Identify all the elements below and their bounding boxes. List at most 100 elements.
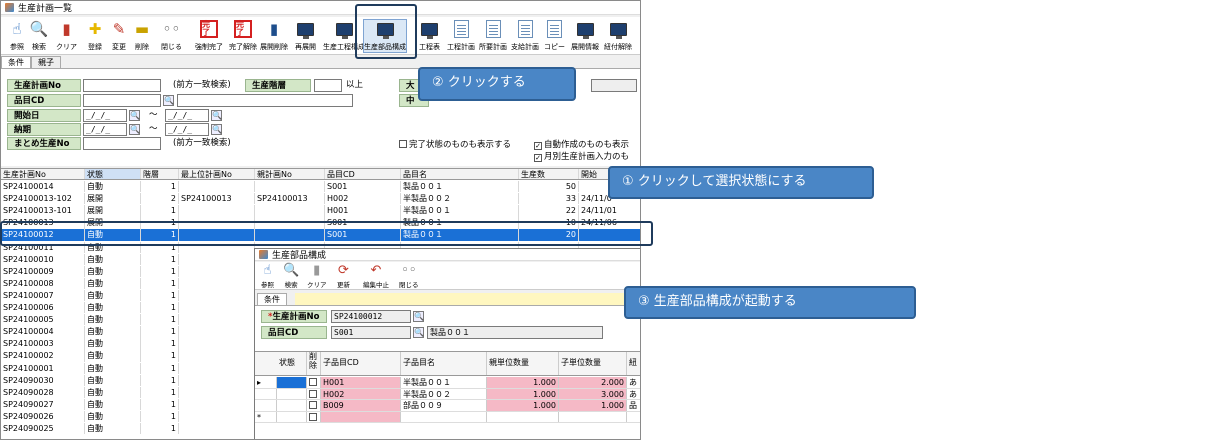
parts-cell-child-qty[interactable]: 2.000 xyxy=(559,377,627,388)
parts-column-header[interactable]: 状態 xyxy=(277,352,307,375)
parts-row[interactable]: H002 半製品００２ 1.000 3.000 あ xyxy=(255,388,640,401)
sub-toolbar-button[interactable]: 🔍 検索 xyxy=(283,263,299,289)
column-header[interactable]: 親計画No xyxy=(255,169,325,180)
calendar-icon[interactable]: 🔍 xyxy=(129,124,140,135)
sub-item-name-input[interactable]: 製品００１ xyxy=(427,326,603,339)
plan-no-input[interactable] xyxy=(83,79,161,92)
parts-cell-parent-qty[interactable]: 1.000 xyxy=(487,400,559,411)
process-table-button[interactable]: 工程表 xyxy=(419,19,440,53)
calendar-icon[interactable]: 🔍 xyxy=(129,110,140,121)
sub-item-cd-input[interactable]: S001 xyxy=(331,326,411,339)
parts-cell-code[interactable]: H001 xyxy=(321,377,401,388)
sub-toolbar-button[interactable]: ☝ 参照 xyxy=(261,263,274,289)
register-button[interactable]: ✚ 登録 xyxy=(85,19,105,53)
reference-button[interactable]: ☝ 参照 xyxy=(7,19,27,53)
table-row[interactable]: SP24100014 自動 1 S001 製品００１ 50 xyxy=(1,181,640,193)
parts-cell-child-qty[interactable] xyxy=(559,411,627,423)
parts-cell-extra[interactable] xyxy=(627,412,640,423)
column-header[interactable]: 生産計画No xyxy=(1,169,85,180)
calendar-icon[interactable]: 🔍 xyxy=(211,124,222,135)
tab-parent-child[interactable]: 親子 xyxy=(31,56,61,68)
parts-cell-parent-qty[interactable]: 1.000 xyxy=(487,377,559,388)
delete-button[interactable]: ▬ 削除 xyxy=(132,19,152,53)
parts-cell-parent-qty[interactable]: 1.000 xyxy=(487,388,559,400)
start-date-to[interactable]: _/_/_ xyxy=(165,109,209,122)
delete-checkbox[interactable] xyxy=(307,388,321,400)
summary-no-input[interactable] xyxy=(83,137,161,150)
parts-cell-code[interactable] xyxy=(321,411,401,423)
edit-button[interactable]: ✎ 変更 xyxy=(109,19,129,53)
status-cell[interactable] xyxy=(277,377,307,388)
parts-cell-parent-qty[interactable] xyxy=(487,411,559,423)
parts-cell-extra[interactable]: 品 xyxy=(627,400,640,411)
search-button[interactable]: 🔍 検索 xyxy=(29,19,49,53)
parts-column-header[interactable]: 紐 xyxy=(627,352,640,375)
parts-row[interactable]: B009 部品００９ 1.000 1.000 品 xyxy=(255,400,640,412)
column-header[interactable]: 最上位計画No xyxy=(179,169,255,180)
expand-info-button[interactable]: 展開情報 xyxy=(571,19,599,53)
link-release-button[interactable]: 紐付解除 xyxy=(604,19,632,53)
sub-toolbar-button[interactable]: ⟳ 更新 xyxy=(337,263,350,289)
process-plan-button[interactable]: 工程計画 xyxy=(447,19,475,53)
item-name-input[interactable] xyxy=(177,94,353,107)
sub-toolbar-button[interactable]: ↶ 編集中止 xyxy=(363,263,389,289)
sub-plan-no-input[interactable]: SP24100012 xyxy=(331,310,411,323)
re-expand-button[interactable]: 再展開 xyxy=(295,19,316,53)
delete-check-icon[interactable] xyxy=(309,401,317,410)
table-row[interactable]: SP24100013-102 展開 2 SP24100013 SP24100013 H00… xyxy=(1,193,640,205)
sub-toolbar-button[interactable]: ▮ クリア xyxy=(307,263,327,289)
parts-column-header[interactable]: 子品目名 xyxy=(401,352,487,375)
item-cd-input[interactable] xyxy=(83,94,161,107)
show-completed-checkbox[interactable]: 完了状態のものも表示する xyxy=(399,139,511,152)
cancel-complete-button[interactable]: 完了 完了解除 xyxy=(229,19,257,53)
status-cell[interactable] xyxy=(277,411,307,423)
delete-check-icon[interactable] xyxy=(309,412,317,421)
plan-lookup-icon[interactable]: 🔍 xyxy=(413,311,424,322)
sub-tab-conditions[interactable]: 条件 xyxy=(257,293,287,305)
calendar-icon[interactable]: 🔍 xyxy=(211,110,222,121)
item-lookup-icon[interactable]: 🔍 xyxy=(163,95,174,106)
delete-checkbox[interactable] xyxy=(307,400,321,411)
parts-cell-extra[interactable]: あ xyxy=(627,389,640,400)
parts-column-header[interactable]: 親単位数量 xyxy=(487,352,559,375)
due-to[interactable]: _/_/_ xyxy=(165,123,209,136)
parts-cell-name[interactable]: 半製品００２ xyxy=(401,388,487,400)
delete-check-icon[interactable] xyxy=(309,389,317,398)
column-header[interactable]: 品目CD xyxy=(325,169,401,180)
parts-cell-name[interactable] xyxy=(401,411,487,423)
parts-row[interactable]: * xyxy=(255,411,640,424)
required-plan-button[interactable]: 所要計画 xyxy=(479,19,507,53)
column-header[interactable]: 品目名 xyxy=(401,169,519,180)
force-complete-button[interactable]: 完了 強制完了 xyxy=(195,19,223,53)
level-input[interactable] xyxy=(314,79,342,92)
status-cell[interactable] xyxy=(277,400,307,411)
delete-checkbox[interactable] xyxy=(307,377,321,388)
supply-plan-button[interactable]: 支給計画 xyxy=(511,19,539,53)
column-header[interactable]: 状態 xyxy=(85,169,141,180)
parts-column-header[interactable]: 子品目CD xyxy=(321,352,401,375)
parts-column-header[interactable]: 削除 xyxy=(307,352,321,375)
copy-button[interactable]: コピー xyxy=(544,19,565,53)
close-button[interactable]: ◦◦ 閉じる xyxy=(161,19,182,53)
parts-cell-name[interactable]: 部品００９ xyxy=(401,400,487,411)
parts-cell-code[interactable]: B009 xyxy=(321,400,401,411)
delete-checkbox[interactable] xyxy=(307,411,321,423)
clear-button[interactable]: ▮ クリア xyxy=(56,19,77,53)
parts-row[interactable]: ▸ H001 半製品００１ 1.000 2.000 あ xyxy=(255,377,640,389)
parts-cell-child-qty[interactable]: 3.000 xyxy=(559,388,627,400)
parts-cell-extra[interactable]: あ xyxy=(627,377,640,388)
status-cell[interactable] xyxy=(277,388,307,400)
large-category-input[interactable] xyxy=(591,79,637,92)
column-header[interactable]: 生産数 xyxy=(519,169,579,180)
parts-cell-child-qty[interactable]: 1.000 xyxy=(559,400,627,411)
monthly-input-checkbox[interactable]: ✓ 月別生産計画入力のも xyxy=(534,151,629,164)
expand-delete-button[interactable]: ▮ 展開削除 xyxy=(260,19,288,53)
table-row[interactable]: SP24100013-101 展開 1 H001 半製品００１ 22 24/11/01 xyxy=(1,205,640,217)
item-lookup-icon[interactable]: 🔍 xyxy=(413,327,424,338)
sub-toolbar-button[interactable]: ◦◦ 閉じる xyxy=(399,263,419,289)
parts-cell-name[interactable]: 半製品００１ xyxy=(401,377,487,388)
tab-conditions[interactable]: 条件 xyxy=(1,56,31,68)
column-header[interactable]: 階層 xyxy=(141,169,179,180)
start-date-from[interactable]: _/_/_ xyxy=(83,109,127,122)
due-from[interactable]: _/_/_ xyxy=(83,123,127,136)
